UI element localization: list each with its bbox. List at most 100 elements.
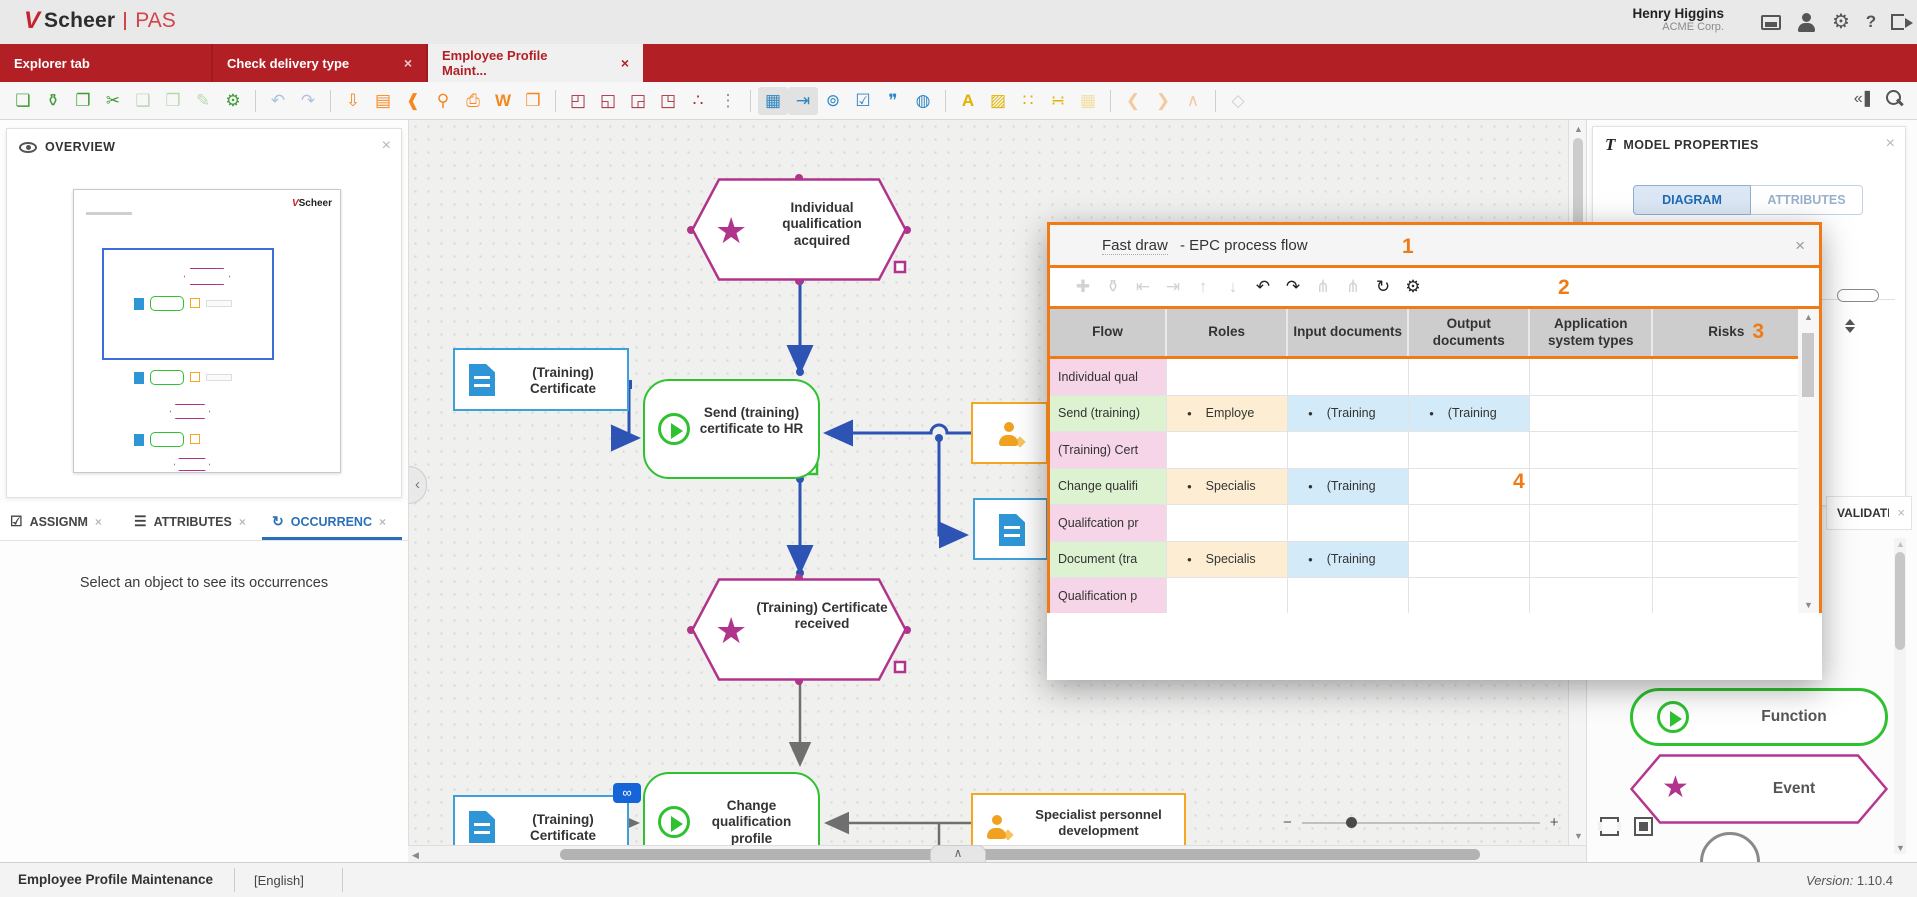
add-row-button[interactable]: ✚ (1068, 277, 1098, 297)
column-header[interactable]: Output documents (1409, 309, 1530, 356)
move-up-button[interactable]: ↑ (1188, 277, 1218, 297)
cell-flow[interactable]: (Training) Cert (1050, 432, 1167, 468)
logout-button[interactable] (1884, 11, 1910, 35)
dialog-titlebar[interactable]: Fast draw - EPC process flow 1 × (1047, 222, 1822, 268)
redo-button[interactable]: ↷ (1278, 277, 1308, 297)
copy-button[interactable]: ❐ (68, 87, 98, 115)
minimap-viewport[interactable] (102, 248, 274, 360)
layout-blocks-button[interactable]: ∷ (1013, 87, 1043, 115)
close-icon[interactable]: × (1886, 135, 1895, 153)
collapse-panel-icon[interactable]: «❚ (1854, 88, 1872, 108)
fit-view-icon[interactable] (1634, 817, 1653, 836)
comments-button[interactable]: ❞ (878, 87, 908, 115)
word-export-button[interactable]: W (488, 87, 518, 115)
send-to-back-button[interactable]: ◱ (593, 87, 623, 115)
hierarchy-button[interactable]: ∴ (683, 87, 713, 115)
send-backward-button[interactable]: ◳ (653, 87, 683, 115)
tab-attributes-properties[interactable]: ATTRIBUTES (1751, 185, 1863, 215)
close-icon[interactable]: × (95, 515, 102, 529)
cell-risks[interactable] (1653, 359, 1819, 395)
column-header[interactable]: Flow (1050, 309, 1167, 356)
cell-output-documents[interactable] (1409, 505, 1530, 541)
right-panel-scrollbar[interactable]: ▲ ▼ (1894, 538, 1906, 854)
bring-to-front-button[interactable]: ◰ (563, 87, 593, 115)
org-node-specialist-personnel[interactable]: Specialist personnel development (971, 793, 1186, 845)
scrollbar-thumb[interactable] (560, 849, 1480, 860)
zoom-slider[interactable] (1302, 822, 1540, 824)
tab-employee-profile[interactable]: Employee Profile Maint... × (428, 44, 643, 82)
close-icon[interactable]: × (1897, 505, 1905, 520)
grid-toggle-button[interactable]: ▦ (758, 87, 788, 115)
cell-application-system-types[interactable] (1530, 542, 1653, 578)
cell-risks[interactable] (1653, 396, 1819, 432)
scrollbar-thumb[interactable] (1802, 333, 1814, 397)
cell-input-documents[interactable]: •(Training (1288, 396, 1409, 432)
close-icon[interactable]: × (1795, 236, 1805, 256)
scrollbar-thumb[interactable] (1895, 552, 1905, 650)
cell-roles[interactable] (1167, 578, 1288, 614)
paste-special-button[interactable]: ❒ (158, 87, 188, 115)
function-node-change-profile[interactable]: Change qualification profile (643, 772, 820, 845)
search-icon[interactable] (1886, 90, 1903, 107)
spin-up-icon[interactable] (1845, 319, 1855, 325)
bring-forward-button[interactable]: ◲ (623, 87, 653, 115)
tab-check-delivery-type[interactable]: Check delivery type × (213, 44, 428, 82)
undo-button[interactable]: ↶ (263, 87, 293, 115)
undo-button[interactable]: ↶ (1248, 277, 1278, 297)
tab-diagram[interactable]: DIAGRAM (1633, 185, 1751, 215)
nav-next-button[interactable]: ❯ (1148, 87, 1178, 115)
cell-roles[interactable] (1167, 359, 1288, 395)
minimap[interactable]: VScheer (73, 189, 341, 473)
close-icon[interactable]: × (404, 55, 412, 71)
cell-roles[interactable] (1167, 432, 1288, 468)
cell-input-documents[interactable] (1288, 432, 1409, 468)
cell-application-system-types[interactable] (1530, 359, 1653, 395)
cell-application-system-types[interactable] (1530, 578, 1653, 614)
find-in-diagram-button[interactable]: ⊚ (818, 87, 848, 115)
document-node-output[interactable] (973, 498, 1048, 560)
more-options-button[interactable]: ⋮ (713, 87, 743, 115)
fullscreen-icon[interactable] (1600, 817, 1619, 836)
nav-prev-button[interactable]: ❮ (1118, 87, 1148, 115)
settings-button[interactable]: ⚙ (1828, 11, 1854, 35)
column-header[interactable]: Risks3 (1653, 309, 1819, 356)
cell-roles[interactable] (1167, 505, 1288, 541)
tab-explorer[interactable]: Explorer tab (0, 44, 213, 82)
help-button[interactable]: ? (1858, 11, 1884, 35)
table-scrollbar[interactable]: ▲ ▼ (1798, 309, 1819, 613)
palette-event-item[interactable]: ★ Event (1630, 754, 1888, 824)
cell-output-documents[interactable]: •(Training (1409, 396, 1530, 432)
export-download-button[interactable]: ⇩ (338, 87, 368, 115)
cell-application-system-types[interactable] (1530, 396, 1653, 432)
cell-risks[interactable] (1653, 505, 1819, 541)
paste-button[interactable]: ❑ (128, 87, 158, 115)
nav-up-button[interactable]: ∧ (1178, 87, 1208, 115)
model-settings-button[interactable]: ⚙ (218, 87, 248, 115)
settings-button[interactable]: ⚙ (1398, 277, 1428, 297)
tab-assignments[interactable]: ☑ ASSIGNM × (0, 503, 124, 540)
share-button[interactable]: ❰ (398, 87, 428, 115)
layout-dots-button[interactable]: ∺ (1043, 87, 1073, 115)
cell-flow[interactable]: Individual qual (1050, 359, 1167, 395)
scroll-up-icon[interactable]: ▲ (1896, 539, 1905, 549)
tab-attributes[interactable]: ☰ ATTRIBUTES × (124, 503, 262, 540)
column-header[interactable]: Roles (1167, 309, 1288, 356)
scroll-up-icon[interactable]: ▲ (1574, 124, 1583, 134)
delete-row-button[interactable]: ⚱ (1098, 277, 1128, 297)
delete-button[interactable]: ⚱ (38, 87, 68, 115)
event-node-certificate-received[interactable]: ★ (Training) Certificate received (691, 578, 907, 681)
function-node-send-certificate[interactable]: Send (training) certificate to HR (643, 379, 820, 479)
cell-risks[interactable] (1653, 542, 1819, 578)
move-down-button[interactable]: ↓ (1218, 277, 1248, 297)
cell-flow[interactable]: Change qualifi (1050, 469, 1167, 505)
expand-bottom-panel-button[interactable]: ∧ (930, 845, 986, 862)
snap-toggle-button[interactable]: ⇥ (788, 87, 818, 115)
document-node-training-certificate-2[interactable]: (Training) Certificate (453, 795, 629, 845)
cell-roles[interactable]: •Specialis (1167, 469, 1288, 505)
new-file-button[interactable]: ❏ (8, 87, 38, 115)
cell-output-documents[interactable] (1409, 578, 1530, 614)
inbox-button[interactable] (1758, 11, 1784, 35)
redo-button[interactable]: ↷ (293, 87, 323, 115)
branch-remove-button[interactable]: ⋔ (1338, 277, 1368, 297)
cell-roles[interactable]: •Employe (1167, 396, 1288, 432)
